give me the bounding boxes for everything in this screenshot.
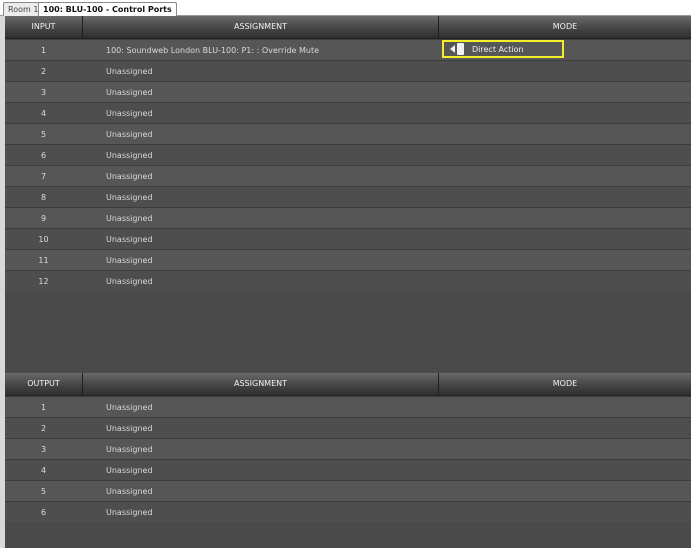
input-port-number: 12 (38, 277, 49, 286)
mode-column-header[interactable]: MODE (439, 16, 691, 38)
input-mode-cell[interactable] (439, 124, 691, 144)
input-assignment-cell[interactable]: Unassigned (106, 124, 436, 144)
input-row-11[interactable]: 11 Unassigned (5, 249, 691, 270)
output-port-number: 6 (40, 508, 47, 517)
input-mode-cell[interactable] (439, 166, 691, 186)
assignment-column-header[interactable]: ASSIGNMENT (83, 373, 439, 395)
input-port-number: 9 (40, 214, 47, 223)
assignment-column-header[interactable]: ASSIGNMENT (83, 16, 439, 38)
input-row-2[interactable]: 2 Unassigned (5, 60, 691, 81)
output-assignment-cell[interactable]: Unassigned (106, 418, 436, 438)
output-row-5[interactable]: 5 Unassigned (5, 480, 691, 501)
input-port-number: 10 (38, 235, 49, 244)
input-port-number: 1 (40, 46, 47, 55)
input-port-number: 3 (40, 88, 47, 97)
mode-label: Direct Action (472, 44, 524, 54)
output-row-3[interactable]: 3 Unassigned (5, 438, 691, 459)
output-row-2[interactable]: 2 Unassigned (5, 417, 691, 438)
input-assignment-cell[interactable]: Unassigned (106, 229, 436, 249)
input-assignment-cell[interactable]: Unassigned (106, 145, 436, 165)
input-rows: 1 100: Soundweb London BLU-100: P1: : Ove… (5, 39, 691, 291)
input-row-5[interactable]: 5 Unassigned (5, 123, 691, 144)
input-mode-cell[interactable] (439, 187, 691, 207)
document-tab-bar: Room 1 100: BLU-100 - Control Ports (0, 0, 691, 16)
input-assignment-cell[interactable]: Unassigned (106, 187, 436, 207)
highlighted-mode-selection[interactable]: Direct Action (442, 40, 564, 58)
output-port-number: 5 (40, 487, 47, 496)
input-table-header: INPUT ASSIGNMENT MODE (5, 16, 691, 39)
input-assignment-cell[interactable]: Unassigned (106, 61, 436, 81)
input-row-8[interactable]: 8 Unassigned (5, 186, 691, 207)
input-mode-cell[interactable]: Direct Action (439, 40, 691, 60)
output-rows: 1 Unassigned 2 Unassigned 3 Unassigned 4 Unassi… (5, 396, 691, 522)
input-port-number: 5 (40, 130, 47, 139)
output-row-4[interactable]: 4 Unassigned (5, 459, 691, 480)
direct-action-icon (450, 42, 470, 56)
output-assignment-cell[interactable]: Unassigned (106, 502, 436, 522)
input-assignment-cell[interactable]: 100: Soundweb London BLU-100: P1: : Over… (106, 40, 436, 60)
control-ports-panel: INPUT ASSIGNMENT MODE 1 100: Soundweb Lon… (0, 16, 691, 548)
input-mode-cell[interactable] (439, 271, 691, 291)
output-assignment-cell[interactable]: Unassigned (106, 481, 436, 501)
input-row-3[interactable]: 3 Unassigned (5, 81, 691, 102)
input-row-12[interactable]: 12 Unassigned (5, 270, 691, 291)
tab-control-ports[interactable]: 100: BLU-100 - Control Ports (38, 2, 177, 16)
input-mode-cell[interactable] (439, 103, 691, 123)
output-mode-cell[interactable] (439, 460, 691, 480)
input-port-number: 4 (40, 109, 47, 118)
input-port-number: 2 (40, 67, 47, 76)
input-assignment-cell[interactable]: Unassigned (106, 103, 436, 123)
mode-column-header[interactable]: MODE (439, 373, 691, 395)
input-assignment-cell[interactable]: Unassigned (106, 250, 436, 270)
output-mode-cell[interactable] (439, 439, 691, 459)
input-mode-cell[interactable] (439, 250, 691, 270)
output-row-6[interactable]: 6 Unassigned (5, 501, 691, 522)
input-mode-cell[interactable] (439, 61, 691, 81)
input-assignment-cell[interactable]: Unassigned (106, 82, 436, 102)
input-mode-cell[interactable] (439, 229, 691, 249)
output-port-number: 4 (40, 466, 47, 475)
output-port-number: 2 (40, 424, 47, 433)
input-row-10[interactable]: 10 Unassigned (5, 228, 691, 249)
output-assignment-cell[interactable]: Unassigned (106, 439, 436, 459)
input-assignment-cell[interactable]: Unassigned (106, 166, 436, 186)
output-row-1[interactable]: 1 Unassigned (5, 396, 691, 417)
input-assignment-cell[interactable]: Unassigned (106, 208, 436, 228)
input-table: INPUT ASSIGNMENT MODE 1 100: Soundweb Lon… (5, 16, 691, 291)
output-assignment-cell[interactable]: Unassigned (106, 397, 436, 417)
input-port-number: 11 (38, 256, 49, 265)
input-row-9[interactable]: 9 Unassigned (5, 207, 691, 228)
input-mode-cell[interactable] (439, 145, 691, 165)
input-mode-cell[interactable] (439, 82, 691, 102)
input-row-6[interactable]: 6 Unassigned (5, 144, 691, 165)
output-port-number: 3 (40, 445, 47, 454)
input-row-1[interactable]: 1 100: Soundweb London BLU-100: P1: : Ove… (5, 39, 691, 60)
input-row-7[interactable]: 7 Unassigned (5, 165, 691, 186)
output-table: OUTPUT ASSIGNMENT MODE 1 Unassigned 2 Unass… (5, 373, 691, 522)
input-assignment-cell[interactable]: Unassigned (106, 271, 436, 291)
output-column-header[interactable]: OUTPUT (5, 373, 83, 395)
input-port-number: 7 (40, 172, 47, 181)
output-mode-cell[interactable] (439, 481, 691, 501)
output-mode-cell[interactable] (439, 502, 691, 522)
input-mode-cell[interactable] (439, 208, 691, 228)
output-mode-cell[interactable] (439, 418, 691, 438)
input-port-number: 8 (40, 193, 47, 202)
output-mode-cell[interactable] (439, 397, 691, 417)
input-port-number: 6 (40, 151, 47, 160)
output-table-header: OUTPUT ASSIGNMENT MODE (5, 373, 691, 396)
output-assignment-cell[interactable]: Unassigned (106, 460, 436, 480)
output-port-number: 1 (40, 403, 47, 412)
input-column-header[interactable]: INPUT (5, 16, 83, 38)
input-row-4[interactable]: 4 Unassigned (5, 102, 691, 123)
